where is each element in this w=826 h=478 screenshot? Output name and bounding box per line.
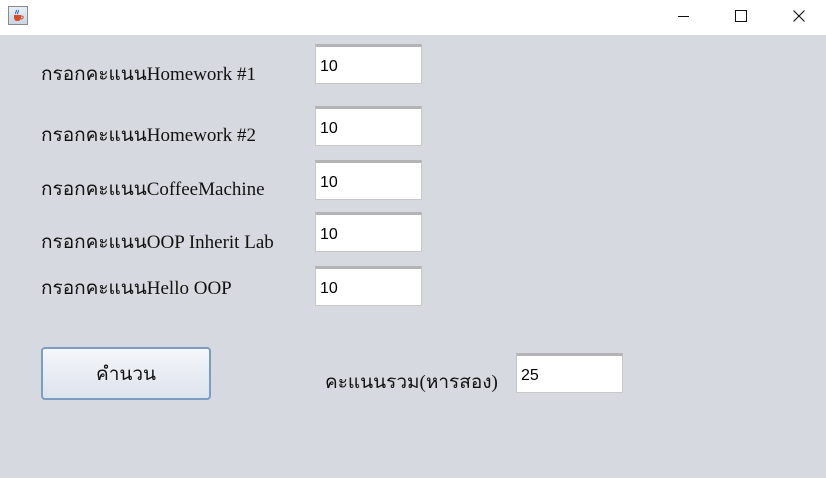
minimize-icon <box>677 15 689 17</box>
close-button[interactable] <box>770 0 826 32</box>
coffee-machine-input[interactable]: 10 <box>315 160 422 200</box>
close-icon <box>793 10 805 22</box>
total-output[interactable]: 25 <box>516 353 623 393</box>
java-cup-icon[interactable] <box>8 6 28 25</box>
homework2-input[interactable]: 10 <box>315 106 422 146</box>
homework1-input[interactable]: 10 <box>315 44 422 84</box>
title-bar <box>0 0 826 35</box>
maximize-button[interactable] <box>712 0 770 32</box>
form-panel: กรอกคะแนนHomework #1 10 กรอกคะแนนHomewor… <box>0 35 826 478</box>
minimize-button[interactable] <box>654 0 712 32</box>
oop-inherit-lab-label: กรอกคะแนนOOP Inherit Lab <box>41 232 274 253</box>
total-label: คะแนนรวม(หารสอง) <box>325 372 498 393</box>
homework1-label: กรอกคะแนนHomework #1 <box>41 64 256 85</box>
hello-oop-label: กรอกคะแนนHello OOP <box>41 278 232 299</box>
homework2-label: กรอกคะแนนHomework #2 <box>41 125 256 146</box>
coffee-machine-label: กรอกคะแนนCoffeeMachine <box>41 179 265 200</box>
calculate-button[interactable]: คำนวน <box>41 347 211 400</box>
hello-oop-input[interactable]: 10 <box>315 266 422 306</box>
oop-inherit-lab-input[interactable]: 10 <box>315 212 422 252</box>
maximize-icon <box>735 10 747 22</box>
